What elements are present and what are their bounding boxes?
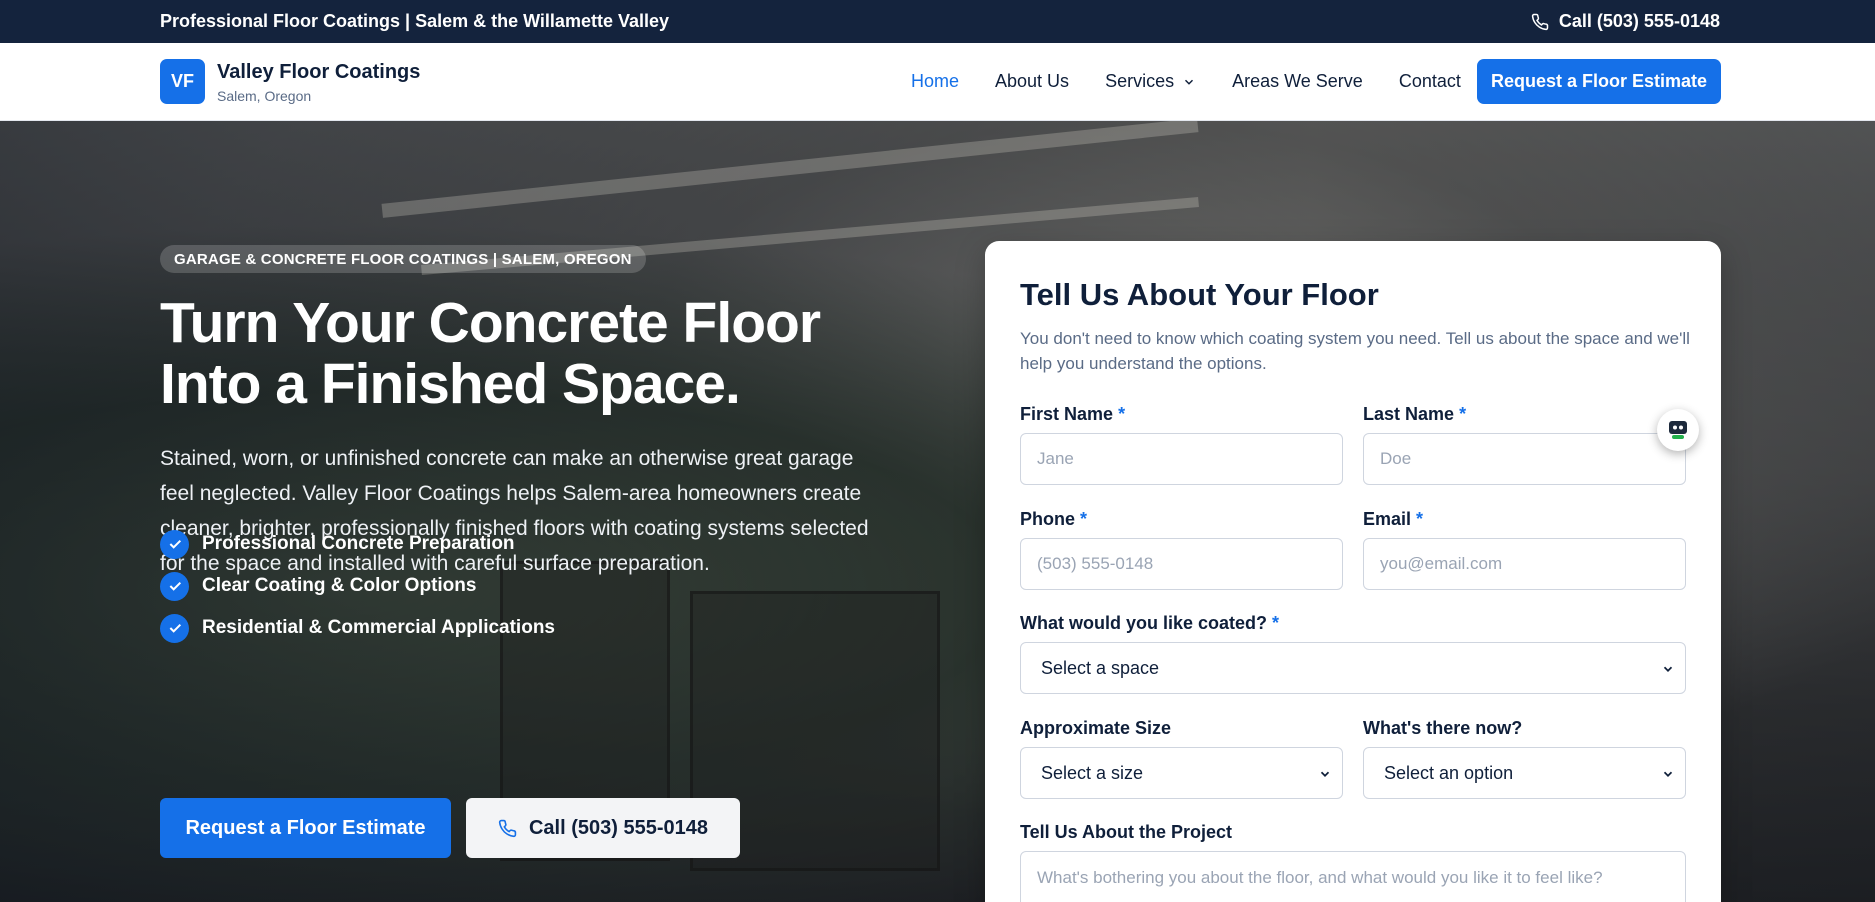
chevron-down-icon (1320, 771, 1330, 777)
top-bar: Professional Floor Coatings | Salem & th… (0, 0, 1875, 43)
current-floor-select[interactable]: Select an option (1363, 747, 1686, 799)
size-label: Approximate Size (1020, 718, 1172, 738)
current-floor-select-value: Select an option (1384, 762, 1514, 783)
check-icon (160, 613, 189, 643)
nav-item-label: About Us (995, 71, 1070, 91)
project-placeholder: What's bothering you about the floor, an… (1037, 868, 1603, 887)
email-field[interactable]: you@email.com (1363, 538, 1686, 590)
top-bar-call-link[interactable]: Call (503) 555-0148 (1531, 11, 1720, 32)
size-select[interactable]: Select a size (1020, 747, 1343, 799)
check-icon (160, 529, 189, 559)
nav-item-label: Contact (1398, 71, 1461, 91)
checklist-item: Professional Concrete Preparation (160, 523, 555, 565)
size-select-value: Select a size (1041, 762, 1144, 783)
phone-label: Phone * (1020, 509, 1088, 529)
hero-section: GARAGE & CONCRETE FLOOR COATINGS | SALEM… (0, 121, 1875, 902)
nav-item-areas-we-serve[interactable]: Areas We Serve (1232, 71, 1363, 92)
brand-name[interactable]: Valley Floor Coatings (217, 61, 420, 84)
chevron-down-icon (1185, 79, 1194, 85)
last-name-field[interactable]: Doe (1363, 433, 1686, 485)
nav-item-contact[interactable]: Contact (1399, 71, 1461, 92)
nav-item-about-us[interactable]: About Us (995, 71, 1069, 92)
header-estimate-button[interactable]: Request a Floor Estimate (1477, 59, 1721, 104)
last-name-placeholder: Doe (1380, 449, 1412, 468)
hero-headline: Turn Your Concrete Floor Into a Finished… (160, 291, 821, 416)
hero-checklist: Professional Concrete Preparation Clear … (160, 523, 555, 649)
main-nav: Home About Us Services Areas We Serve Co… (911, 71, 1461, 92)
hero-call-button-label: Call (503) 555-0148 (528, 816, 708, 839)
space-select-value: Select a space (1041, 657, 1160, 678)
phone-field[interactable]: (503) 555-0148 (1020, 538, 1343, 590)
logo[interactable]: VF (160, 59, 205, 104)
first-name-label: First Name * (1020, 404, 1126, 424)
last-name-label: Last Name * (1363, 404, 1467, 424)
first-name-field[interactable]: Jane (1020, 433, 1343, 485)
project-label: Tell Us About the Project (1020, 822, 1233, 842)
brand-location: Salem, Oregon (217, 88, 312, 104)
checklist-item: Residential & Commercial Applications (160, 607, 555, 649)
estimate-form-card: Tell Us About Your Floor You don't need … (985, 241, 1721, 902)
phone-icon (498, 819, 517, 837)
nav-item-label: Home (911, 71, 960, 91)
space-label: What would you like coated? * (1020, 613, 1280, 633)
checklist-item-label: Clear Coating & Color Options (202, 575, 477, 596)
hero-estimate-button[interactable]: Request a Floor Estimate (160, 798, 451, 858)
top-bar-call-label: Call (503) 555-0148 (1558, 11, 1720, 31)
first-name-placeholder: Jane (1037, 449, 1074, 468)
nav-item-label: Areas We Serve (1232, 71, 1363, 91)
current-floor-label: What's there now? (1363, 718, 1523, 738)
nav-item-label: Services (1105, 71, 1175, 91)
chat-widget-icon[interactable] (1657, 409, 1699, 451)
check-icon (160, 571, 189, 601)
top-bar-tagline: Professional Floor Coatings | Salem & th… (160, 11, 670, 31)
phone-placeholder: (503) 555-0148 (1037, 554, 1154, 573)
background-garage-door-beam (381, 121, 1199, 218)
chevron-down-icon (1663, 771, 1673, 777)
nav-item-home[interactable]: Home (911, 71, 959, 92)
hero-call-button[interactable]: Call (503) 555-0148 (466, 798, 740, 858)
email-label: Email * (1363, 509, 1424, 529)
phone-icon (1531, 13, 1549, 30)
form-title: Tell Us About Your Floor (1020, 277, 1379, 312)
project-textarea[interactable]: What's bothering you about the floor, an… (1020, 851, 1686, 902)
hero-badge: GARAGE & CONCRETE FLOOR COATINGS | SALEM… (160, 245, 646, 273)
space-select[interactable]: Select a space (1020, 642, 1686, 694)
chevron-down-icon (1663, 666, 1673, 672)
checklist-item-label: Professional Concrete Preparation (202, 533, 515, 554)
site-header: VF Valley Floor Coatings Salem, Oregon H… (0, 43, 1875, 121)
checklist-item-label: Residential & Commercial Applications (202, 617, 555, 638)
form-intro: You don't need to know which coating sys… (1020, 329, 1690, 373)
checklist-item: Clear Coating & Color Options (160, 565, 555, 607)
email-placeholder: you@email.com (1380, 554, 1503, 573)
nav-item-services[interactable]: Services (1105, 71, 1196, 92)
